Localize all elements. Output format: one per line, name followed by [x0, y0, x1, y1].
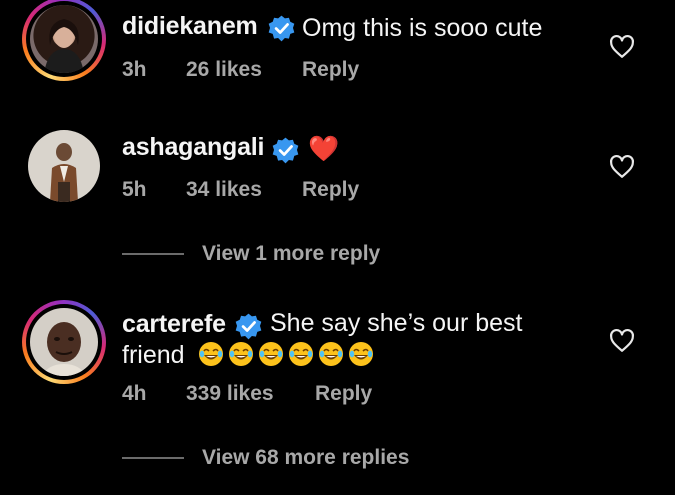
reply-button[interactable]: Reply	[302, 178, 359, 202]
view-more-replies[interactable]: View 68 more replies	[122, 446, 409, 470]
verified-badge-icon	[235, 313, 262, 340]
avatar-story-ring[interactable]	[22, 0, 106, 81]
comment-text-continued: friend	[122, 339, 378, 371]
avatar	[30, 5, 98, 73]
divider	[122, 253, 184, 255]
avatar	[30, 308, 98, 376]
view-more-replies[interactable]: View 1 more reply	[122, 242, 380, 266]
comment-username[interactable]: didiekanem	[122, 12, 258, 41]
comment-time: 4h	[122, 382, 147, 405]
comment-text-emoji: ❤️	[308, 135, 340, 163]
face-with-tears-of-joy-icon	[318, 342, 343, 366]
comment-text-line2: friend	[122, 341, 185, 369]
comment-time: 3h	[122, 58, 147, 81]
comment-likes[interactable]: 34 likes	[186, 178, 262, 202]
emoji-row	[198, 341, 378, 369]
heart-outline-icon[interactable]	[609, 154, 635, 180]
heart-outline-icon[interactable]	[609, 34, 635, 60]
verified-badge-icon	[268, 15, 295, 42]
view-replies-label[interactable]: View 1 more reply	[202, 242, 380, 266]
comment-time: 5h	[122, 178, 147, 201]
comment-username[interactable]: carterefe	[122, 310, 226, 339]
comment-likes[interactable]: 339 likes	[186, 382, 274, 406]
face-with-tears-of-joy-icon	[348, 342, 373, 366]
avatar[interactable]	[28, 130, 100, 202]
divider	[122, 457, 184, 459]
face-with-tears-of-joy-icon	[258, 342, 283, 366]
comment-text: Omg this is sooo cute	[302, 14, 543, 42]
face-with-tears-of-joy-icon	[228, 342, 253, 366]
reply-button[interactable]: Reply	[315, 382, 372, 406]
comment-likes[interactable]: 26 likes	[186, 58, 262, 82]
comment-username[interactable]: ashagangali	[122, 133, 264, 162]
view-replies-label[interactable]: View 68 more replies	[202, 446, 409, 470]
avatar-story-ring[interactable]	[22, 300, 106, 384]
face-with-tears-of-joy-icon	[288, 342, 313, 366]
heart-outline-icon[interactable]	[609, 328, 635, 354]
verified-badge-icon	[272, 137, 299, 164]
reply-button[interactable]: Reply	[302, 58, 359, 82]
face-with-tears-of-joy-icon	[198, 342, 223, 366]
comment-text: She say she’s our best	[270, 309, 523, 337]
